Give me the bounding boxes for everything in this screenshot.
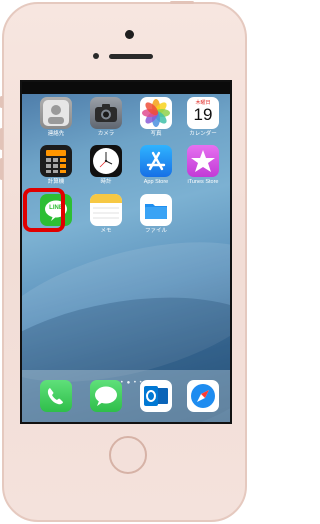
line-app-highlight-box: [23, 188, 65, 232]
app-label: App Store: [143, 179, 169, 185]
app-notes[interactable]: メモ: [89, 194, 123, 234]
calculator-icon: [40, 145, 72, 177]
sensor-icon: [93, 53, 99, 59]
dock-safari[interactable]: [186, 380, 220, 412]
photos-icon: [140, 97, 172, 129]
app-label: 写真: [150, 131, 162, 137]
earpiece-speaker: [109, 54, 153, 59]
mute-switch: [0, 96, 3, 108]
clock-icon: [90, 145, 122, 177]
app-label: ファイル: [144, 228, 167, 234]
app-label: 連絡先: [47, 131, 65, 137]
camera-icon: [90, 97, 122, 129]
volume-down-button: [0, 158, 3, 180]
messages-bubble-icon: [90, 380, 122, 412]
itunes-star-icon: [187, 145, 219, 177]
app-label: 時計: [100, 179, 112, 185]
appstore-icon: [140, 145, 172, 177]
outlook-icon: [140, 380, 172, 412]
app-label: 計算機: [47, 179, 65, 185]
app-camera[interactable]: カメラ: [89, 97, 123, 137]
status-bar: [22, 82, 230, 94]
calendar-day: 19: [193, 105, 213, 124]
power-button: [170, 1, 194, 4]
app-label: カメラ: [97, 131, 115, 137]
notes-icon: [90, 194, 122, 226]
volume-up-button: [0, 128, 3, 150]
calendar-icon: 木曜日 19: [187, 97, 219, 129]
phone-icon: [40, 380, 72, 412]
app-contacts[interactable]: 連絡先: [39, 97, 73, 137]
app-label: iTunes Store: [187, 179, 219, 185]
app-files[interactable]: ファイル: [139, 194, 173, 234]
contacts-icon: [40, 97, 72, 129]
dock: [22, 370, 230, 422]
app-label: カレンダー: [189, 131, 217, 137]
files-folder-icon: [140, 194, 172, 226]
app-calendar[interactable]: 木曜日 19 カレンダー: [186, 97, 220, 137]
app-calculator[interactable]: 計算機: [39, 145, 73, 185]
app-photos[interactable]: 写真: [139, 97, 173, 137]
home-button[interactable]: [109, 436, 147, 474]
home-screen: 連絡先 カメラ 写真 木曜日 19 カレンダー 計算機 時計 App Store…: [20, 80, 232, 424]
safari-compass-icon: [187, 380, 219, 412]
facetime-camera-icon: [125, 30, 134, 39]
app-label: メモ: [100, 228, 112, 234]
dock-outlook[interactable]: [139, 380, 173, 412]
dock-phone[interactable]: [39, 380, 73, 412]
app-appstore[interactable]: App Store: [139, 145, 173, 185]
app-clock[interactable]: 時計: [89, 145, 123, 185]
app-itunes[interactable]: iTunes Store: [186, 145, 220, 185]
dock-messages[interactable]: [89, 380, 123, 412]
